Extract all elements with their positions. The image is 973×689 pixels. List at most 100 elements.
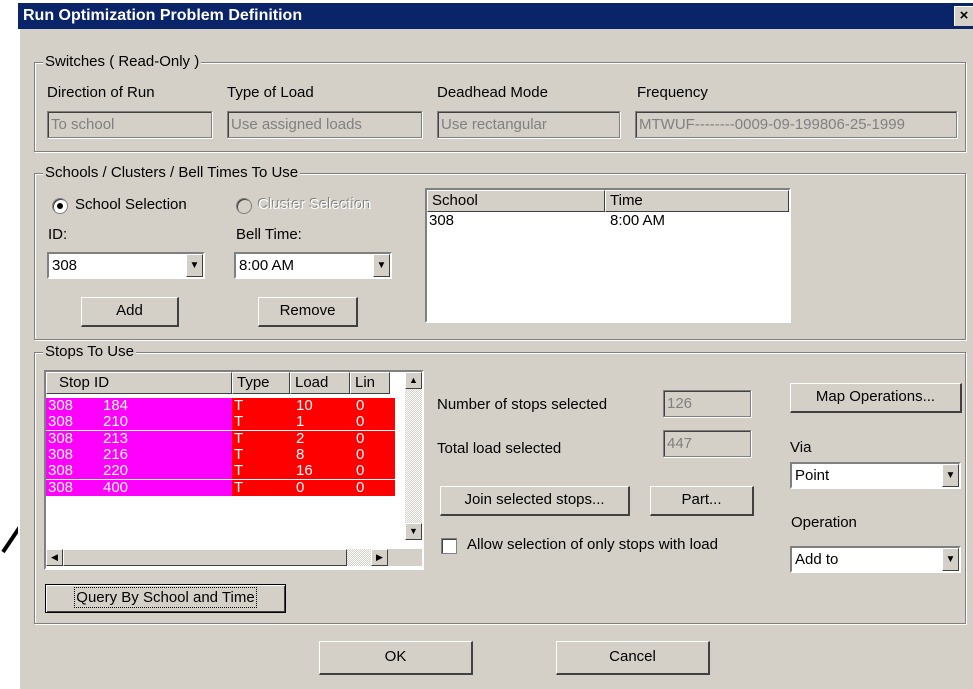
scroll-right-icon[interactable]: ▶ [371,549,388,566]
table-row[interactable]: 308 184 T 10 0 [46,398,395,414]
stop-id-cell [46,479,232,496]
school-id-select[interactable]: 308 ▼ [47,252,205,279]
stop-data-cell [232,414,395,431]
chevron-down-icon[interactable]: ▼ [186,254,203,277]
school-selection-label: School Selection [75,196,187,213]
chevron-down-icon[interactable]: ▼ [942,464,959,487]
stop-stop-value: 400 [103,478,129,496]
stop-load-value: 10 [296,397,313,414]
stop-stop-value: 220 [103,462,129,480]
table-row[interactable]: 308 8:00 AM [427,212,789,230]
stop-lin-value: 0 [356,413,365,431]
stop-lin-value: 0 [356,397,365,414]
stop-lin-value: 0 [356,445,365,463]
cluster-selection-label: Cluster Selection [258,196,372,213]
allow-load-label: Allow selection of only stops with load [467,536,718,553]
stop-type-value: T [234,478,244,496]
stop-id-cell [46,463,232,480]
stops-list[interactable]: Stop ID Type Load Lin 308 184 T 10 0 308 210 T 1… [44,370,424,570]
stop-data-cell [232,398,395,414]
via-select[interactable]: Point ▼ [790,462,961,489]
time-cell: 8:00 AM [610,212,666,229]
table-row[interactable]: 308 210 T 1 0 [46,413,395,431]
num-stops-label: Number of stops selected [437,396,608,413]
window-title: Run Optimization Problem Definition [23,7,303,24]
horizontal-scrollbar-track[interactable] [347,549,371,566]
table-row[interactable]: 308 220 T 16 0 [46,462,395,480]
part-button[interactable]: Part... [650,486,754,516]
bell-time-label: Bell Time: [236,226,302,243]
schools-table[interactable]: School Time 308 8:00 AM [425,188,791,323]
stop-id-cell [46,398,232,414]
direction-label: Direction of Run [47,84,155,101]
operation-select[interactable]: Add to ▼ [790,546,961,573]
stop-type-value: T [234,397,244,414]
column-header-time[interactable]: Time [605,190,789,212]
stop-lin-value: 0 [356,478,365,496]
stop-lin-value: 0 [356,462,365,480]
num-stops-field: 126 [663,390,751,417]
deadhead-label: Deadhead Mode [437,84,548,101]
stop-data-cell [232,430,395,447]
stop-load-value: 16 [296,462,313,480]
query-label: Query By School and Time [74,587,257,608]
chevron-down-icon[interactable]: ▼ [373,254,390,277]
stop-data-cell [232,479,395,496]
school-cell: 308 [429,212,455,229]
chevron-down-icon[interactable]: ▼ [942,548,959,571]
via-value: Point [795,467,830,484]
stop-stop-value: 216 [103,445,129,463]
stop-stop-value: 210 [103,413,129,431]
scroll-down-icon[interactable]: ▼ [405,523,422,540]
column-header-school[interactable]: School [427,190,605,212]
title-bar: Run Optimization Problem Definition × [18,3,973,29]
stop-school-value: 308 [48,462,74,480]
cluster-selection-radio [236,198,252,214]
cancel-button[interactable]: Cancel [556,641,710,675]
column-header-load[interactable]: Load [290,372,350,394]
scroll-left-icon[interactable]: ◀ [46,549,63,566]
schools-group-label: Schools / Clusters / Bell Times To Use [43,164,301,181]
via-label: Via [790,439,812,456]
frequency-label: Frequency [637,84,708,101]
column-header-stop-id[interactable]: Stop ID [46,372,232,394]
allow-load-checkbox[interactable] [441,538,457,554]
bell-time-value: 8:00 AM [239,257,295,274]
stop-school-value: 308 [48,413,74,431]
total-load-label: Total load selected [437,440,562,457]
frequency-field: MTWUF--------0009-09-199806-25-1999 [635,111,957,138]
scroll-up-icon[interactable]: ▲ [405,372,422,389]
stop-school-value: 308 [48,429,74,447]
table-row[interactable]: 308 213 T 2 0 [46,429,395,447]
stop-type-value: T [234,429,244,447]
stop-id-cell [46,414,232,431]
stops-rows: 308 184 T 10 0 308 210 T 1 0 308 213 T 2 0 308 216 T 8 0 308… [46,394,395,540]
stop-load-value: 1 [296,413,305,431]
stop-stop-value: 213 [103,429,129,447]
table-row[interactable]: 308 216 T 8 0 [46,445,395,463]
school-selection-radio[interactable] [52,198,68,214]
map-operations-button[interactable]: Map Operations... [790,383,962,413]
query-by-school-time-button[interactable]: Query By School and Time [45,584,286,613]
close-icon[interactable]: × [954,6,973,26]
direction-field: To school [47,111,212,138]
column-header-type[interactable]: Type [232,372,290,394]
remove-button[interactable]: Remove [258,297,358,327]
vertical-scrollbar-track[interactable] [405,389,422,523]
column-header-lin[interactable]: Lin [350,372,390,394]
bell-time-select[interactable]: 8:00 AM ▼ [234,252,392,279]
add-button[interactable]: Add [81,297,179,327]
ok-button[interactable]: OK [319,641,473,675]
id-label: ID: [48,226,68,243]
join-selected-stops-button[interactable]: Join selected stops... [440,486,630,516]
stop-data-cell [232,446,395,463]
switches-group-label: Switches ( Read-Only ) [43,53,202,70]
operation-value: Add to [795,551,839,568]
deadhead-field: Use rectangular [437,111,620,138]
map-operations-label: Map Operations... [815,388,936,405]
horizontal-scrollbar-thumb[interactable] [63,549,347,566]
switches-group: Switches ( Read-Only ) [34,53,966,152]
table-row[interactable]: 308 400 T 0 0 [46,478,395,496]
stop-load-value: 8 [296,445,305,463]
stop-data-cell [232,463,395,480]
